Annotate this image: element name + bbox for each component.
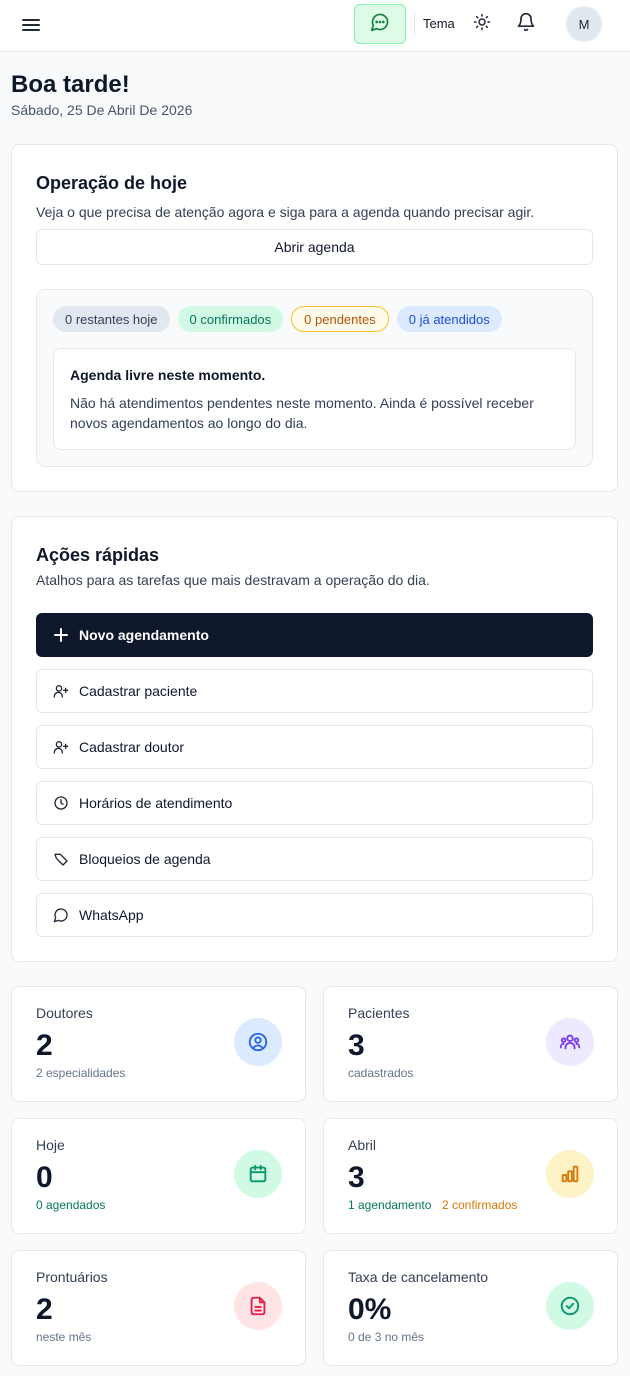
remaining-badge: 0 restantes hoje: [53, 306, 170, 332]
bar-chart-icon: [546, 1150, 594, 1198]
free-agenda-box: Agenda livre neste momento. Não há atend…: [53, 348, 576, 450]
operation-card: Operação de hoje Veja o que precisa de a…: [11, 144, 618, 492]
user-circle-icon: [234, 1018, 282, 1066]
stat-card-today[interactable]: Hoje 0 0 agendados: [11, 1118, 306, 1234]
menu-icon[interactable]: [16, 12, 46, 38]
new-appointment-button[interactable]: Novo agendamento: [36, 613, 593, 657]
users-group-icon: [546, 1018, 594, 1066]
stat-subtext: 2 especialidades: [36, 1066, 126, 1080]
quick-actions-title: Ações rápidas: [36, 545, 160, 565]
check-circle-icon: [546, 1282, 594, 1330]
user-plus-icon: [53, 739, 69, 755]
top-bar: Tema M: [0, 0, 630, 52]
stat-subtext: cadastrados: [348, 1066, 414, 1080]
stat-subtext: 0 agendados: [36, 1198, 106, 1212]
stat-value: 3: [348, 1029, 365, 1062]
stat-value: 3: [348, 1161, 365, 1194]
stat-label: Pacientes: [348, 1005, 410, 1021]
chat-bubble-icon: [53, 907, 69, 923]
stat-value: 0: [36, 1161, 53, 1194]
stat-card-doctors[interactable]: Doutores 2 2 especialidades: [11, 986, 306, 1102]
service-hours-button[interactable]: Horários de atendimento: [36, 781, 593, 825]
stat-label: Abril: [348, 1137, 377, 1153]
open-agenda-button[interactable]: Abrir agenda: [36, 229, 593, 265]
theme-toggle-button[interactable]: [470, 12, 494, 36]
whatsapp-label: WhatsApp: [79, 907, 144, 923]
plus-icon: [53, 627, 69, 643]
attended-badge: 0 já atendidos: [396, 306, 502, 332]
register-doctor-label: Cadastrar doutor: [79, 739, 185, 755]
free-agenda-title: Agenda livre neste momento.: [70, 367, 266, 383]
stat-card-patients[interactable]: Pacientes 3 cadastrados: [323, 986, 618, 1102]
agenda-status-panel: 0 restantes hoje 0 confirmados 0 pendent…: [36, 289, 593, 467]
pending-badge: 0 pendentes: [291, 306, 389, 332]
stat-subtext-confirmed: 2 confirmados: [442, 1198, 518, 1212]
calendar-icon: [234, 1150, 282, 1198]
stat-card-month[interactable]: Abril 3 1 agendamento 2 confirmados: [323, 1118, 618, 1234]
operation-title: Operação de hoje: [36, 173, 188, 193]
quick-actions-card: Ações rápidas Atalhos para as tarefas qu…: [11, 516, 618, 962]
user-plus-icon: [53, 683, 69, 699]
theme-label: Tema: [423, 16, 455, 31]
register-patient-label: Cadastrar paciente: [79, 683, 198, 699]
tag-icon: [53, 851, 69, 867]
stat-label: Prontuários: [36, 1269, 108, 1285]
stat-label: Doutores: [36, 1005, 93, 1021]
new-appointment-label: Novo agendamento: [79, 627, 209, 643]
stat-subtext: 0 de 3 no mês: [348, 1330, 425, 1344]
stat-value: 2: [36, 1293, 53, 1326]
stat-label: Taxa de cancelamento: [348, 1269, 489, 1285]
avatar[interactable]: M: [566, 6, 602, 42]
stat-subtext: 1 agendamento: [348, 1198, 432, 1212]
stat-value: 2: [36, 1029, 53, 1062]
agenda-blocks-label: Bloqueios de agenda: [79, 851, 211, 867]
header-divider: [414, 12, 415, 36]
whatsapp-button[interactable]: WhatsApp: [36, 893, 593, 937]
bell-icon: [516, 12, 536, 37]
page-title: Boa tarde!: [11, 71, 130, 98]
notifications-button[interactable]: [514, 12, 538, 36]
agenda-blocks-button[interactable]: Bloqueios de agenda: [36, 837, 593, 881]
status-badges: 0 restantes hoje 0 confirmados 0 pendent…: [53, 306, 502, 332]
stat-subtext: neste mês: [36, 1330, 92, 1344]
document-icon: [234, 1282, 282, 1330]
clock-icon: [53, 795, 69, 811]
register-patient-button[interactable]: Cadastrar paciente: [36, 669, 593, 713]
current-date: Sábado, 25 De Abril De 2026: [11, 102, 193, 118]
confirmed-badge: 0 confirmados: [177, 306, 284, 332]
operation-description: Veja o que precisa de atenção agora e si…: [36, 204, 535, 220]
stat-label: Hoje: [36, 1137, 65, 1153]
service-hours-label: Horários de atendimento: [79, 795, 233, 811]
stat-card-cancel-rate[interactable]: Taxa de cancelamento 0% 0 de 3 no mês: [323, 1250, 618, 1366]
chat-button[interactable]: [354, 4, 406, 44]
register-doctor-button[interactable]: Cadastrar doutor: [36, 725, 593, 769]
quick-actions-description: Atalhos para as tarefas que mais destrav…: [36, 572, 430, 588]
stat-value: 0%: [348, 1293, 392, 1326]
chat-bubble-icon: [370, 12, 390, 37]
sun-icon: [473, 13, 491, 36]
free-agenda-text: Não há atendimentos pendentes neste mome…: [70, 395, 534, 431]
stat-card-records[interactable]: Prontuários 2 neste mês: [11, 1250, 306, 1366]
